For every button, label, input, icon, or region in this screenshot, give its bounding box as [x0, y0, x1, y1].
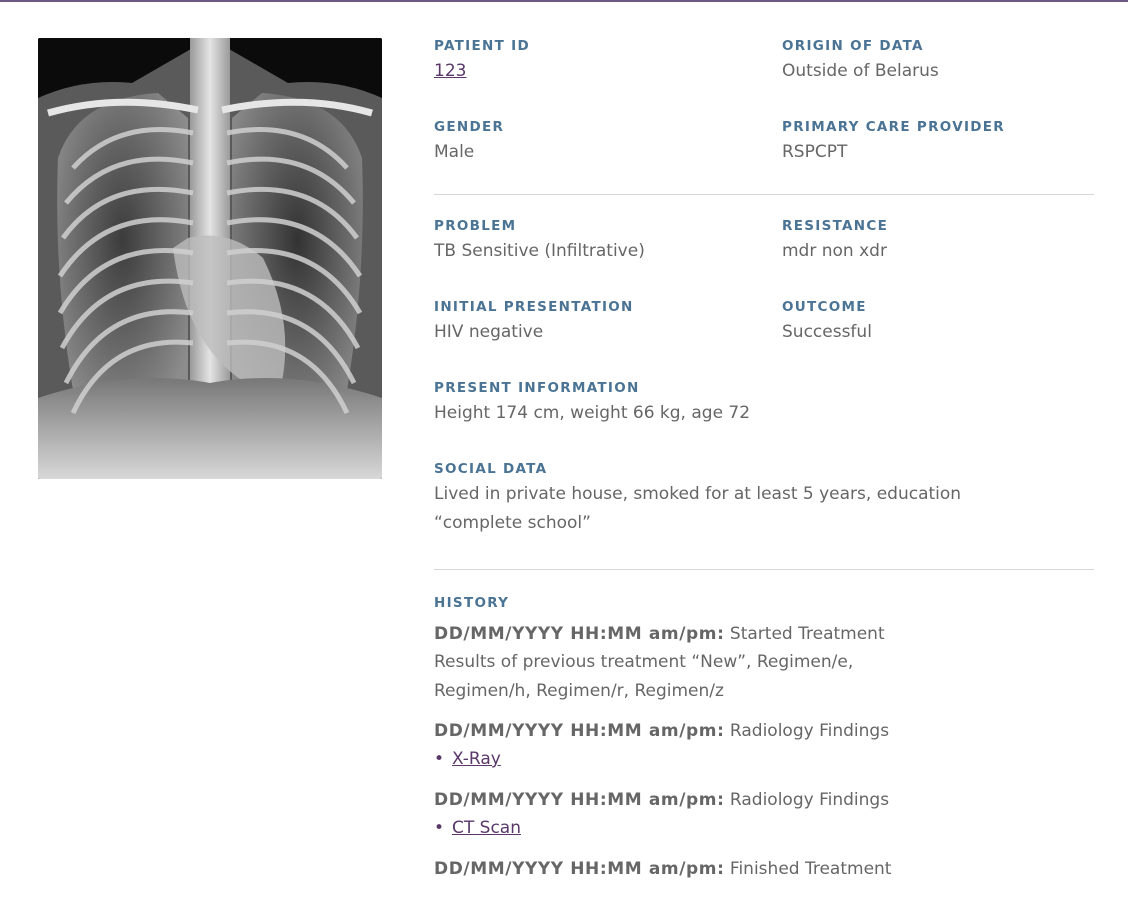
present-information-label: PRESENT INFORMATION — [434, 380, 640, 396]
resistance-label: RESISTANCE — [782, 218, 889, 234]
history-entry: DD/MM/YYYY HH:MM am/pm: Radiology Findin… — [434, 786, 889, 814]
origin-of-data-value: Outside of Belarus — [782, 61, 939, 81]
history-detail: Results of previous treatment “New”, Reg… — [434, 652, 854, 672]
bullet-icon: • — [434, 749, 445, 769]
bullet-icon: • — [434, 818, 445, 838]
section-divider — [434, 569, 1094, 570]
history-event: Radiology Findings — [729, 721, 890, 741]
initial-presentation-label: INITIAL PRESENTATION — [434, 299, 634, 315]
top-border — [0, 0, 1128, 2]
list-item: • X-Ray — [434, 745, 501, 773]
gender-value: Male — [434, 142, 475, 162]
initial-presentation-value: HIV negative — [434, 322, 544, 342]
history-event: Radiology Findings — [729, 790, 890, 810]
history-entry: DD/MM/YYYY HH:MM am/pm: Started Treatmen… — [434, 620, 885, 648]
history-entry: DD/MM/YYYY HH:MM am/pm: Radiology Findin… — [434, 717, 889, 745]
history-event: Started Treatment — [729, 624, 885, 644]
history-detail: Regimen/h, Regimen/r, Regimen/z — [434, 681, 724, 701]
problem-label: PROBLEM — [434, 218, 517, 234]
outcome-label: OUTCOME — [782, 299, 867, 315]
outcome-value: Successful — [782, 322, 872, 342]
history-timestamp: DD/MM/YYYY HH:MM am/pm: — [434, 790, 725, 810]
history-timestamp: DD/MM/YYYY HH:MM am/pm: — [434, 859, 725, 879]
problem-value: TB Sensitive (Infiltrative) — [434, 241, 645, 261]
history-entry: DD/MM/YYYY HH:MM am/pm: Finished Treatme… — [434, 855, 891, 883]
list-item: • CT Scan — [434, 814, 521, 842]
history-timestamp: DD/MM/YYYY HH:MM am/pm: — [434, 721, 725, 741]
primary-care-provider-label: PRIMARY CARE PROVIDER — [782, 119, 1005, 135]
social-data-value-line2: “complete school” — [434, 513, 591, 533]
present-information-value: Height 174 cm, weight 66 kg, age 72 — [434, 403, 751, 423]
history-timestamp: DD/MM/YYYY HH:MM am/pm: — [434, 624, 725, 644]
social-data-value-line1: Lived in private house, smoked for at le… — [434, 484, 962, 504]
gender-label: GENDER — [434, 119, 505, 135]
origin-of-data-label: ORIGIN OF DATA — [782, 38, 924, 54]
primary-care-provider-value: RSPCPT — [782, 142, 848, 162]
chest-xray-image — [38, 38, 382, 479]
xray-link[interactable]: X-Ray — [452, 749, 501, 769]
patient-id-link[interactable]: 123 — [434, 60, 466, 82]
ct-scan-link[interactable]: CT Scan — [452, 818, 521, 838]
resistance-value: mdr non xdr — [782, 241, 887, 261]
social-data-label: SOCIAL DATA — [434, 461, 548, 477]
patient-id-label: PATIENT ID — [434, 38, 530, 54]
history-event: Finished Treatment — [729, 859, 892, 879]
section-divider — [434, 194, 1094, 195]
history-label: HISTORY — [434, 595, 510, 611]
